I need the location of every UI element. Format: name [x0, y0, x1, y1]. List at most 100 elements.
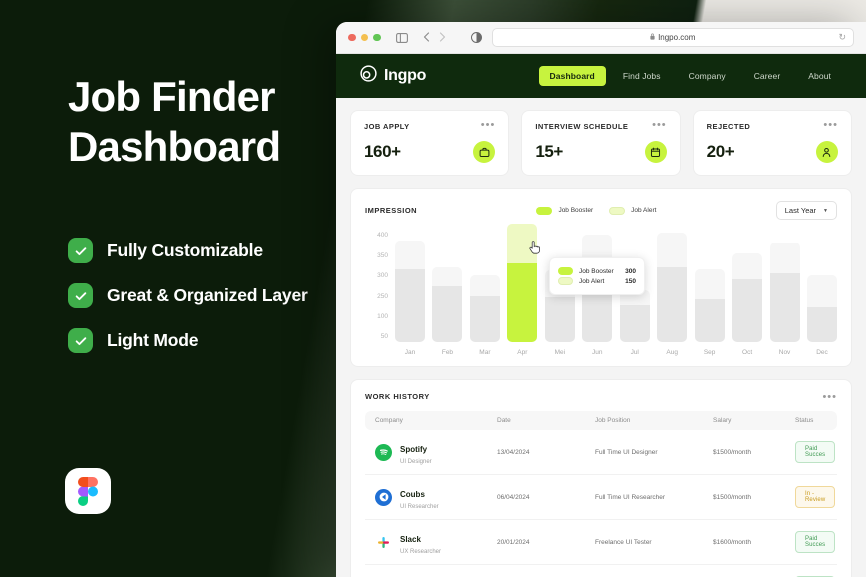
brand[interactable]: Ingpo [360, 65, 426, 87]
tooltip-series-value: 300 [625, 267, 636, 275]
legend-swatch-icon [609, 206, 626, 215]
chevron-right-icon[interactable] [439, 29, 446, 47]
check-icon [68, 283, 93, 308]
chart-legend: Job Booster Job Alert [536, 206, 656, 215]
tooltip-row-job-booster: Job Booster 300 [558, 267, 636, 275]
stat-label: JOB APPLY [364, 122, 410, 131]
nav-item-find-jobs[interactable]: Find Jobs [612, 66, 672, 86]
status-badge: Paid Succes [795, 531, 836, 553]
close-window-icon[interactable] [348, 33, 356, 42]
stat-value: 160+ [364, 142, 401, 161]
column-header-company: Company [375, 417, 403, 424]
nav-item-company[interactable]: Company [678, 66, 737, 86]
chart-bar-sep[interactable] [694, 268, 725, 342]
chevron-down-icon: ▼ [823, 207, 828, 214]
y-tick: 350 [377, 252, 388, 260]
chart-title: IMPRESSION [365, 206, 418, 215]
cell-company: Spotify UI Designer [375, 439, 497, 465]
x-tick: Apr [517, 349, 528, 356]
minimize-window-icon[interactable] [360, 33, 368, 42]
cell-job-position: Freelance UI Tester [595, 538, 652, 546]
legend-item-job-alert: Job Alert [609, 206, 656, 215]
stat-cards-row: JOB APPLY ••• 160+ INTERVIEW SCHEDULE ••… [350, 110, 852, 176]
y-tick: 50 [380, 332, 388, 340]
screenshot-root: Job Finder Dashboard Fully Customizable … [0, 0, 866, 577]
cell-status: In - Review [795, 486, 836, 508]
bar-segment-job-alert [395, 241, 425, 269]
address-bar-area: Ingpo.com ↻ [470, 28, 854, 47]
briefcase-icon [473, 141, 496, 163]
chevron-left-icon[interactable] [423, 29, 430, 47]
ingpo-logo-icon [360, 65, 377, 87]
work-history-title: WORK HISTORY [365, 392, 430, 401]
legend-label: Job Booster [558, 207, 594, 214]
nav-arrows[interactable] [423, 29, 446, 47]
chart-bar-aug[interactable] [657, 233, 688, 342]
card-menu-icon[interactable]: ••• [823, 120, 838, 131]
dashboard-page: JOB APPLY ••• 160+ INTERVIEW SCHEDULE ••… [336, 98, 866, 577]
tooltip-series-name: Job Alert [579, 277, 605, 285]
nav-item-dashboard[interactable]: Dashboard [538, 66, 606, 86]
y-tick: 250 [377, 292, 388, 300]
traffic-lights[interactable] [348, 33, 381, 42]
url-label: Ingpo.com [658, 33, 696, 42]
chart-x-axis: Jan Feb Mar Apr Mei Jun Jul Aug Sep Oct Nov Dec [395, 349, 837, 356]
card-menu-icon[interactable]: ••• [481, 120, 496, 131]
chart-bar-nov[interactable] [769, 242, 800, 342]
chart-bar-jan[interactable] [395, 241, 425, 342]
tooltip-series-name: Job Booster [579, 267, 614, 275]
chart-bar-jul[interactable] [619, 289, 650, 342]
chart-bar-dec[interactable] [806, 275, 837, 342]
sidebar-toggle-icon[interactable] [395, 32, 408, 43]
company-name: Spotify [400, 445, 428, 454]
cell-job-position: Full Time UI Designer [595, 448, 658, 456]
table-row[interactable]: Slack UX Researcher 20/01/2024 Freelance UI… [365, 520, 837, 565]
feature-list: Fully Customizable Great & Organized Lay… [68, 238, 340, 353]
chart-bar-mar[interactable] [469, 275, 500, 342]
maximize-window-icon[interactable] [373, 33, 381, 42]
reader-mode-icon[interactable] [470, 32, 482, 43]
cell-status: Paid Succes [795, 441, 836, 463]
spotify-logo-icon [375, 443, 392, 461]
table-row[interactable]: Coubs UI Researcher 06/04/2024 Full Time UI… [365, 475, 837, 520]
x-tick: Jul [630, 349, 639, 356]
url-text-wrap: Ingpo.com [650, 33, 695, 42]
bar-segment-job-booster [395, 268, 425, 342]
url-input[interactable]: Ingpo.com ↻ [491, 28, 854, 47]
stat-card-interview-schedule: INTERVIEW SCHEDULE ••• 15+ [521, 110, 681, 176]
cell-company: Slack UX Researcher [375, 529, 497, 555]
figma-logo-icon [65, 468, 111, 514]
company-role: UI Designer [400, 459, 432, 465]
nav-item-career[interactable]: Career [743, 66, 792, 86]
chart-bar-oct[interactable] [732, 252, 763, 342]
cell-company: Coubs UI Researcher [375, 484, 497, 510]
tooltip-series-value: 150 [625, 277, 636, 285]
nav-item-about[interactable]: About [797, 66, 842, 86]
stat-card-rejected: REJECTED ••• 20+ [692, 110, 852, 176]
feature-item: Fully Customizable [68, 238, 340, 263]
browser-window: Ingpo.com ↻ Ingpo Dashboard Find Jobs Co… [336, 22, 866, 577]
bar-segment-job-alert [806, 275, 837, 307]
bar-segment-job-booster [694, 298, 725, 342]
feature-label: Fully Customizable [107, 240, 263, 260]
status-badge: Paid Succes [795, 441, 836, 463]
company-name: Coubs [400, 490, 425, 499]
card-menu-icon[interactable]: ••• [822, 391, 837, 402]
table-row[interactable]: Spotify UI Designer 13/04/2024 Full Time UI… [365, 430, 837, 475]
chart-tooltip: Job Booster 300 Job Alert 150 [549, 257, 645, 295]
cell-date: 13/04/2024 [497, 448, 530, 456]
table-row[interactable]: TiktokUX Researcher26/03/2024Freelance U… [365, 565, 837, 577]
column-header-salary: Salary [713, 417, 732, 424]
column-header-job-position: Job Position [595, 417, 631, 424]
slack-logo-icon [375, 533, 392, 551]
company-role: UX Researcher [400, 549, 442, 555]
card-menu-icon[interactable]: ••• [652, 120, 667, 131]
chart-y-axis: 400 350 300 250 100 50 [365, 232, 395, 342]
table-body: Spotify UI Designer 13/04/2024 Full Time UI… [365, 430, 837, 577]
bar-segment-job-alert [694, 268, 725, 299]
chart-bar-feb[interactable] [432, 267, 463, 342]
bar-segment-job-booster [507, 263, 538, 342]
reload-icon[interactable]: ↻ [838, 32, 846, 43]
time-range-dropdown[interactable]: Last Year ▼ [775, 201, 837, 220]
promo-title-line2: Dashboard [68, 123, 281, 170]
